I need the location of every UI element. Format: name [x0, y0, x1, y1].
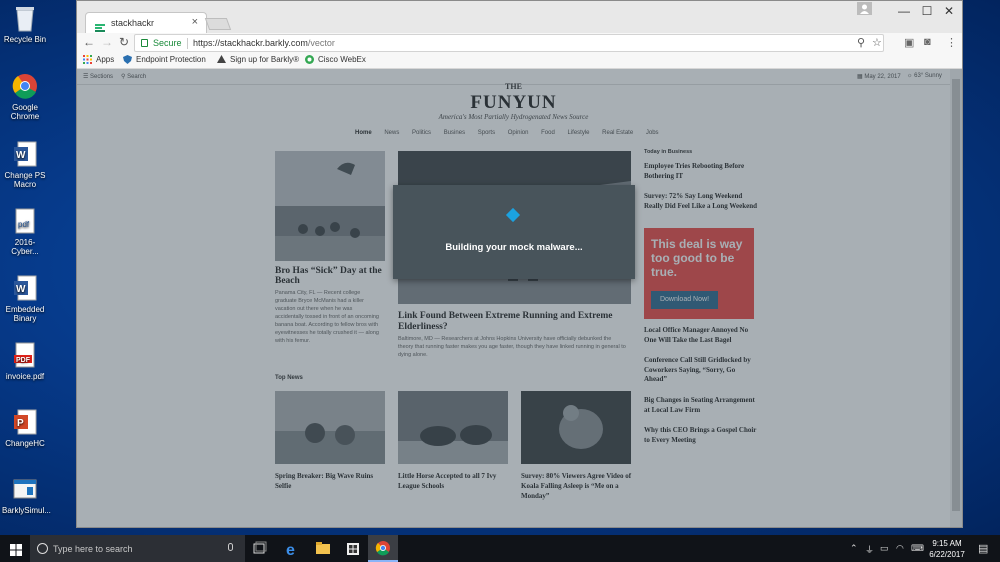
extension-icon[interactable]: ▣ [904, 36, 914, 49]
desktop-icon-chrome[interactable]: Google Chrome [2, 72, 48, 121]
chrome-icon [12, 72, 38, 100]
network-icon[interactable]: ◠ [896, 543, 904, 554]
desktop-icon-label: Embedded Binary [5, 305, 45, 323]
apps-grid-icon [83, 55, 92, 64]
loading-spinner-icon [505, 207, 521, 223]
bookmark-label: Sign up for Barkly® [230, 55, 300, 64]
desktop-icon-label: Google Chrome [10, 103, 40, 121]
url-path: /vector [307, 38, 335, 48]
keyboard-icon[interactable]: ⌨ [911, 543, 924, 554]
word-doc-icon: W [12, 140, 38, 168]
loading-message: Building your mock malware... [445, 242, 583, 253]
powerpoint-icon: P [12, 408, 38, 436]
notifications-icon[interactable]: ▤ [978, 542, 988, 555]
tab-strip: stackhackr × — ☐ ✕ [77, 1, 962, 33]
clock-time[interactable]: 9:15 AM [925, 539, 969, 548]
microphone-icon[interactable] [228, 543, 233, 551]
pdf-file-icon: PDF [12, 341, 38, 369]
desktop-icon-changehc[interactable]: P ChangeHC [2, 408, 48, 448]
bookmark-star-icon[interactable]: ☆ [872, 36, 882, 49]
desktop-icon-embedded-binary[interactable]: W Embedded Binary [2, 274, 48, 323]
desktop-icon-label: BarklySimul... [2, 506, 51, 515]
stackhackr-favicon-icon [95, 19, 105, 32]
profile-icon[interactable] [857, 2, 872, 15]
barkly-icon [217, 55, 226, 64]
svg-text:P: P [17, 418, 24, 429]
bookmarks-bar: Apps Endpoint Protection Sign up for Bar… [77, 53, 962, 69]
desktop-icon-change-ps-macro[interactable]: W Change PS Macro [2, 140, 48, 189]
forward-button[interactable]: → [101, 35, 113, 49]
back-button[interactable]: ← [83, 35, 95, 49]
svg-text:pdf: pdf [18, 220, 30, 229]
webex-icon [305, 55, 314, 64]
app-window-icon [12, 475, 38, 503]
reload-button[interactable]: ↻ [119, 35, 129, 49]
battery-icon[interactable]: ▭ [880, 543, 889, 554]
zoom-search-icon[interactable]: ⚲ [857, 36, 865, 49]
desktop-icon-label: Change PS Macro [4, 171, 46, 189]
bookmark-label: Apps [96, 55, 115, 64]
web-page: ☰ Sections ⚲ Search ▦ May 22, 2017 ☼ 63°… [77, 69, 962, 527]
desktop-icon-cyber-pdf[interactable]: pdf 2016-Cyber... [2, 207, 48, 256]
chrome-taskbar-icon[interactable] [368, 535, 398, 562]
close-window-button[interactable]: ✕ [934, 4, 964, 18]
desktop-icon-label: Recycle Bin [3, 35, 47, 44]
svg-text:e: e [286, 542, 295, 559]
tab-title: stackhackr [111, 18, 155, 28]
lock-icon [141, 39, 148, 47]
file-explorer-icon[interactable] [308, 535, 338, 562]
desktop-icon-barkly-simulator[interactable]: BarklySimul... [2, 475, 51, 515]
svg-text:PDF: PDF [16, 357, 31, 364]
url-text[interactable]: https://stackhackr.barkly.com/vector [193, 38, 335, 48]
pdf-file-icon: pdf [12, 207, 38, 235]
store-icon[interactable] [338, 535, 368, 562]
cortana-icon [37, 543, 48, 554]
power-plug-icon[interactable]: ⏚ [865, 543, 874, 556]
taskbar: Type here to search e ⌃ ⏚ ▭ ◠ ⌨ 9:15 AM … [0, 535, 1000, 562]
taskbar-search[interactable]: Type here to search [30, 535, 245, 562]
address-bar[interactable]: Secure https://stackhackr.barkly.com/vec… [134, 34, 884, 52]
bookmark-apps[interactable]: Apps [83, 55, 114, 64]
new-tab-button[interactable] [204, 18, 232, 30]
task-view-button[interactable] [245, 535, 275, 562]
extension-barkly-icon[interactable]: ◙ [924, 36, 931, 48]
taskbar-search-placeholder: Type here to search [53, 544, 133, 554]
desktop-icon-label: 2016-Cyber... [11, 238, 39, 256]
bookmark-label: Endpoint Protection [136, 55, 206, 64]
menu-kebab-icon[interactable]: ⋮ [946, 36, 957, 49]
svg-text:W: W [16, 284, 26, 295]
bookmark-label: Cisco WebEx [318, 55, 366, 64]
address-separator [187, 38, 188, 49]
bookmark-barkly-signup[interactable]: Sign up for Barkly® [217, 55, 299, 64]
svg-text:W: W [16, 150, 26, 161]
tab-close-icon[interactable]: × [192, 16, 198, 28]
url-host: https://stackhackr.barkly.com [193, 38, 308, 48]
browser-toolbar: ← → ↻ Secure https://stackhackr.barkly.c… [77, 33, 962, 53]
desktop-icon-label: ChangeHC [5, 439, 45, 448]
windows-start-icon[interactable] [10, 543, 22, 556]
desktop-icon-label: invoice.pdf [5, 372, 45, 381]
secure-label: Secure [153, 38, 182, 48]
desktop-icon-recycle-bin[interactable]: Recycle Bin [2, 4, 48, 44]
loading-overlay [77, 69, 962, 527]
edge-icon[interactable]: e [278, 535, 308, 562]
clock-date[interactable]: 6/22/2017 [925, 550, 969, 559]
shield-icon [123, 55, 132, 64]
tray-expand-icon[interactable]: ⌃ [850, 543, 858, 554]
word-doc-icon: W [12, 274, 38, 302]
loading-modal: Building your mock malware... [393, 185, 635, 279]
recycle-bin-icon [12, 4, 38, 32]
bookmark-cisco-webex[interactable]: Cisco WebEx [305, 55, 366, 64]
browser-tab-active[interactable]: stackhackr × [85, 12, 207, 33]
bookmark-endpoint-protection[interactable]: Endpoint Protection [123, 55, 206, 64]
desktop-icon-invoice-pdf[interactable]: PDF invoice.pdf [2, 341, 48, 381]
browser-window: stackhackr × — ☐ ✕ ← → ↻ Secure https://… [76, 0, 963, 528]
